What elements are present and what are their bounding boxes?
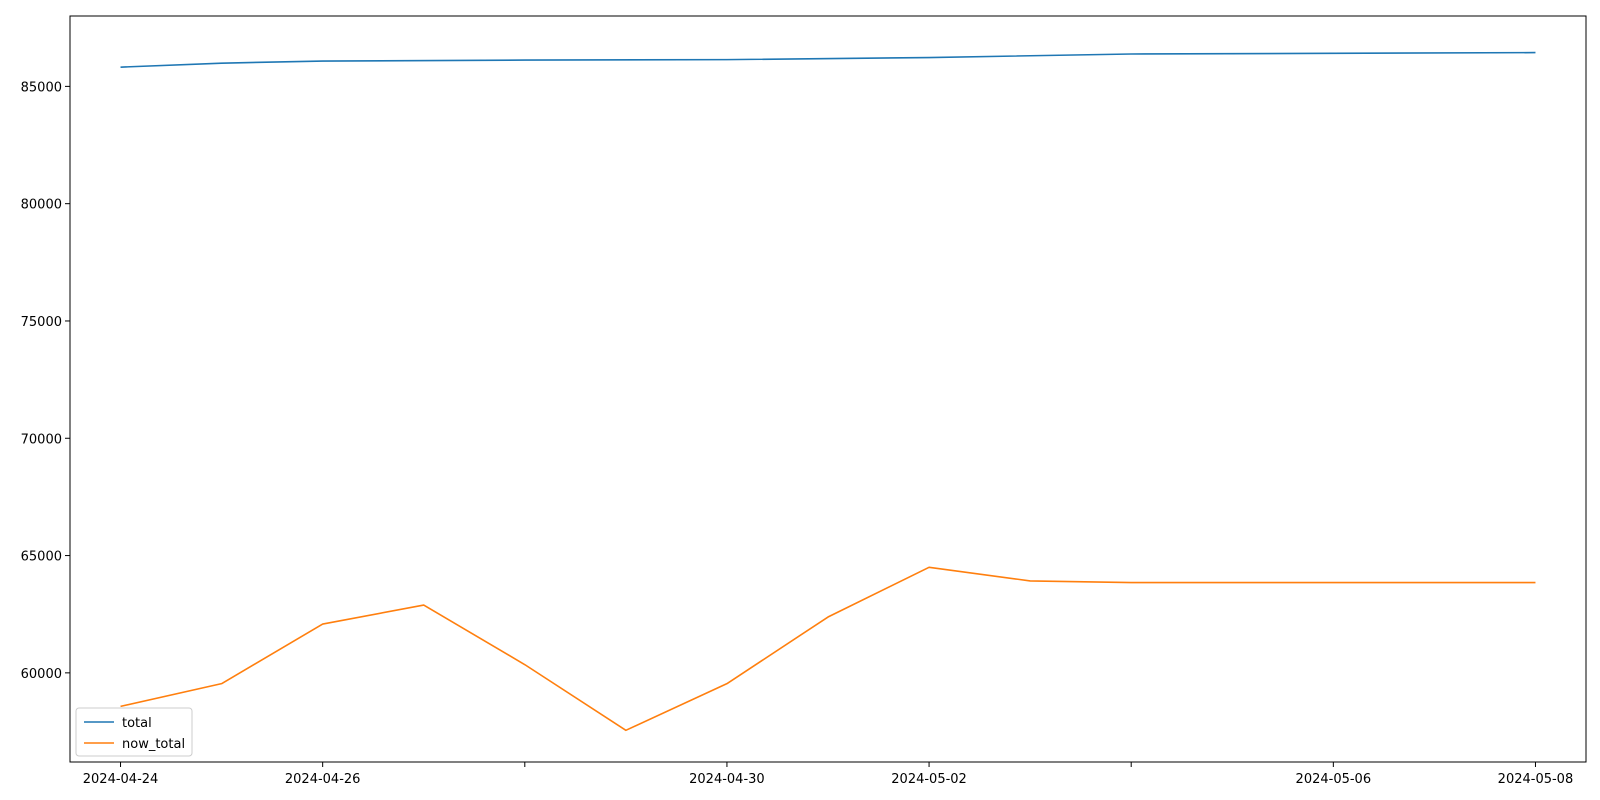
x-axis: 2024-04-24 2024-04-26 2024-04-30 2024-05-02… [83,762,1573,787]
y-tick-label: 70000 [21,432,62,447]
plot-background [70,16,1586,762]
legend: total now_total [75,707,193,757]
y-tick-label: 60000 [21,667,62,682]
x-tick-label: 2024-04-24 [83,772,159,787]
x-tick-label: 2024-05-08 [1498,772,1574,787]
y-tick-label: 80000 [21,198,62,213]
y-axis: 60000 65000 70000 75000 80000 85000 [21,80,70,682]
x-tick-label: 2024-05-06 [1296,772,1372,787]
y-tick-label: 65000 [21,550,62,565]
legend-label-total: total [122,716,152,731]
y-tick-label: 85000 [21,80,62,95]
line-chart: 60000 65000 70000 75000 80000 85000 2024-04-2… [21,15,1587,787]
x-tick-label: 2024-04-30 [689,772,765,787]
y-tick-label: 75000 [21,315,62,330]
legend-label-now-total: now_total [122,737,185,752]
x-tick-label: 2024-05-02 [891,772,967,787]
x-tick-label: 2024-04-26 [285,772,361,787]
